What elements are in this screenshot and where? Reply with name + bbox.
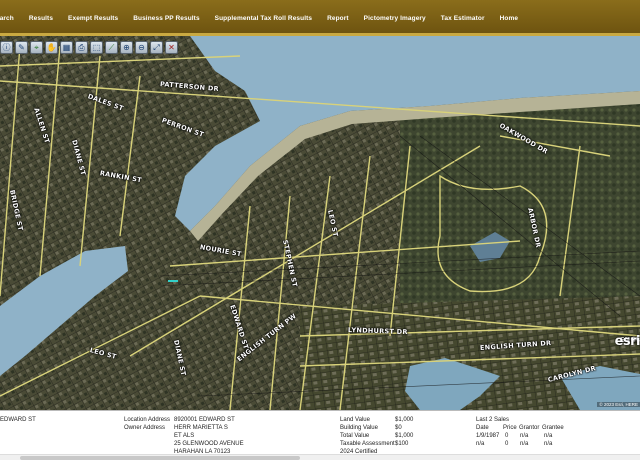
sales-header-grantor: Grantor [519,425,540,431]
total-value-label: Total Value [340,433,370,439]
sales-header-price: Price [503,425,517,431]
identify-icon[interactable]: ⓘ [0,41,13,54]
land-value: $1,000 [395,417,414,423]
map-toolbar: ⓘ ✎ ⌖ ✋ ▦ ⎙ ⬚ ⟋ ⊕ ⊖ ⤢ ✕ [0,41,178,55]
print-icon[interactable]: ⎙ [75,41,88,54]
location-address-value: 8920001 EDWARD ST [174,417,235,423]
full-extent-icon[interactable]: ⤢ [150,41,163,54]
nav-item-business-pp-results[interactable]: Business PP Results [133,15,199,22]
esri-logo: esri [614,334,640,349]
measure-icon[interactable]: ⌖ [30,41,43,54]
sales-header-date: Date [476,425,489,431]
owner-line: ET ALS [174,433,195,439]
value-labels: Land Value Building Value Total Value Ta… [340,416,395,456]
zoom-out-icon[interactable]: ⊖ [135,41,148,54]
sales-title: Last 2 Sales [476,417,510,423]
address-values: 8920001 EDWARD ST HERR MARIETTA S ET ALS… [174,416,244,456]
nav-item-search[interactable]: earch [0,15,14,22]
select-icon[interactable]: ⬚ [90,41,103,54]
nav-item-pictometry-imagery[interactable]: Pictometry Imagery [364,15,426,22]
pencil-icon[interactable]: ✎ [15,41,28,54]
address-fragment: EDWARD ST [0,417,36,423]
sale-price: 0 [505,441,509,447]
sale-grantor: n/a [520,441,529,447]
total-value: $1,000 [395,433,414,439]
nav-item-results[interactable]: Results [29,15,53,22]
taxable-assessment-value: $100 [395,441,409,447]
nav-item-exempt-results[interactable]: Exempt Results [68,15,118,22]
sale-grantor: n/a [520,433,529,439]
sale-price: 0 [505,433,509,439]
scrollbar-thumb[interactable] [20,456,300,460]
hand-icon[interactable]: ✋ [45,41,58,54]
ruler-icon[interactable]: ⟋ [105,41,118,54]
nav-item-supplemental-tax-roll-results[interactable]: Supplemental Tax Roll Results [215,15,312,22]
building-value-label: Building Value [340,425,378,431]
sale-grantee: n/a [544,433,553,439]
clear-icon[interactable]: ✕ [165,41,178,54]
sale-date: 1/9/1987 [476,433,500,439]
location-address-label: Location Address [124,417,171,423]
sales-header-grantee: Grantee [542,425,564,431]
sale-date: n/a [476,441,485,447]
owner-line: HERR MARIETTA S [174,425,228,431]
building-value: $0 [395,425,402,431]
value-values: $1,000 $0 $1,000 $100 [395,416,413,448]
layers-icon[interactable]: ▦ [60,41,73,54]
parcel-info-panel: EDWARD ST Location Address Owner Address… [0,410,640,460]
nav-item-report[interactable]: Report [327,15,349,22]
owner-line: 25 GLENWOOD AVENUE [174,441,244,447]
land-value-label: Land Value [340,417,370,423]
map-view[interactable]: PATTERSON DR DALES ST PERRON ST RANKIN S… [0,36,640,410]
nav-menu: earch Results Exempt Results Business PP… [0,0,640,36]
taxable-assessment-label: Taxable Assessment [340,441,395,447]
address-labels: Location Address Owner Address [124,416,170,432]
nav-item-tax-estimator[interactable]: Tax Estimator [441,15,485,22]
horizontal-scrollbar[interactable] [0,454,640,460]
top-navigation: earch Results Exempt Results Business PP… [0,0,640,36]
map-attribution: © 2023 Esri, HERE [597,402,640,407]
nav-item-home[interactable]: Home [500,15,518,22]
zoom-in-icon[interactable]: ⊕ [120,41,133,54]
owner-address-label: Owner Address [124,425,166,431]
sale-grantee: n/a [544,441,553,447]
